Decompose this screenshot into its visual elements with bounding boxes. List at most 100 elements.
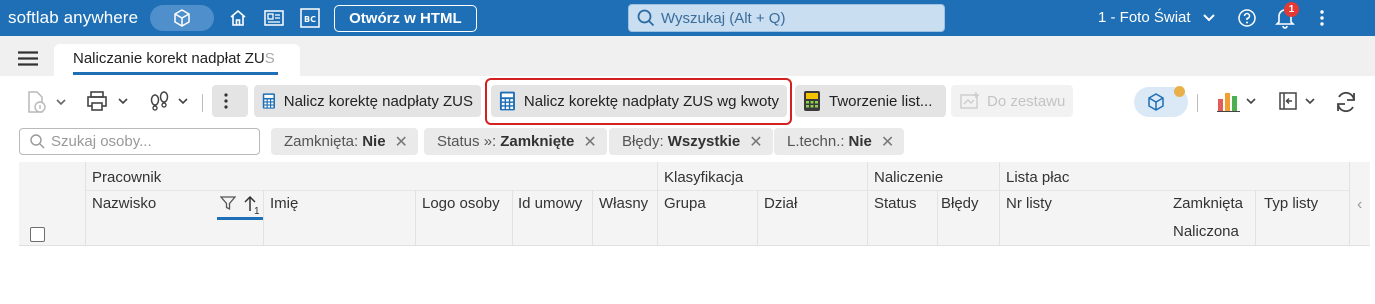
column-header-grupa[interactable]: Grupa: [664, 195, 706, 212]
column-header-naliczona[interactable]: Naliczona: [1173, 223, 1239, 240]
group-pracownik: Pracownik: [92, 169, 162, 186]
more-actions-button[interactable]: [212, 85, 248, 117]
company-selector[interactable]: 1 - Foto Świat: [1098, 9, 1215, 26]
export-dropdown[interactable]: [1278, 91, 1315, 111]
column-header-nazwisko[interactable]: Nazwisko: [92, 195, 156, 212]
chevron-left-icon[interactable]: ‹: [1357, 196, 1362, 214]
highlight-frame: [485, 78, 792, 125]
search-icon: [637, 9, 655, 27]
hamburger-icon[interactable]: [18, 51, 38, 66]
chevron-down-icon: [118, 97, 128, 104]
more-icon: [224, 93, 228, 109]
column-header-wlasny[interactable]: Własny: [599, 195, 648, 212]
filter-chip-zamknieta[interactable]: Zamknięta: Nie ✕: [271, 128, 418, 155]
button-label: Do zestawu: [987, 92, 1066, 110]
column-header-status[interactable]: Status: [874, 195, 917, 212]
sort-filter-control[interactable]: 1: [217, 192, 265, 220]
close-icon[interactable]: ✕: [749, 132, 762, 152]
home-button[interactable]: [224, 4, 252, 32]
cube-button[interactable]: [150, 5, 215, 31]
open-html-button[interactable]: Otwórz w HTML: [334, 4, 477, 32]
column-divider: [85, 162, 86, 246]
calculator-icon: [262, 93, 275, 109]
toolbar-separator: [202, 94, 203, 112]
close-icon[interactable]: ✕: [881, 132, 894, 152]
column-header-nr-listy[interactable]: Nr listy: [1006, 195, 1052, 212]
chevron-down-icon: [178, 97, 188, 104]
column-divider: [1255, 190, 1256, 246]
do-zestawu-button[interactable]: Do zestawu: [951, 85, 1073, 117]
column-header-logo-osoby[interactable]: Logo osoby: [422, 195, 500, 212]
chevron-down-icon: [1246, 97, 1256, 104]
column-divider: [999, 162, 1000, 246]
footsteps-dropdown[interactable]: [149, 90, 188, 112]
more-icon: [1320, 10, 1324, 26]
column-header-bledy[interactable]: Błędy: [941, 195, 979, 212]
person-search-placeholder: Szukaj osoby...: [51, 133, 152, 150]
payment-terminal-icon: [804, 91, 820, 111]
column-divider: [415, 190, 416, 246]
select-all-checkbox[interactable]: [30, 227, 45, 242]
tab-bar: Naliczanie korekt nadpłat ZUS: [0, 36, 1375, 76]
chip-value: Wszystkie: [667, 133, 741, 150]
data-grid-header: Pracownik Klasyfikacja Naliczenie Lista …: [19, 162, 1370, 246]
tab-label: Naliczanie korekt nadpłat ZU: [73, 50, 265, 67]
news-button[interactable]: [260, 4, 288, 32]
search-placeholder: Wyszukaj (Alt + Q): [661, 9, 786, 27]
column-divider: [512, 190, 513, 246]
button-label: Tworzenie list...: [829, 92, 933, 110]
nalicz-korekte-button[interactable]: Nalicz korektę nadpłaty ZUS: [254, 85, 481, 117]
help-button[interactable]: [1234, 5, 1260, 31]
info-dropdown[interactable]: [24, 90, 66, 114]
chevron-down-icon: [1305, 97, 1315, 104]
filter-chip-bledy[interactable]: Błędy: Wszystkie ✕: [609, 128, 773, 155]
group-divider: [85, 190, 1350, 191]
search-icon: [30, 134, 45, 149]
cube-icon: [174, 9, 190, 27]
footsteps-icon: [150, 91, 169, 111]
chip-label: Zamknięta:: [284, 133, 359, 150]
sort-index: 1: [254, 206, 260, 217]
chip-value: Nie: [362, 133, 386, 150]
document-info-icon: [28, 91, 46, 113]
filter-icon[interactable]: [220, 196, 236, 211]
chip-label: L.techn.:: [787, 133, 845, 150]
chevron-down-icon: [1202, 13, 1215, 21]
home-icon: [230, 9, 246, 26]
print-dropdown[interactable]: [86, 90, 128, 112]
group-lista-plac: Lista płac: [1006, 169, 1070, 186]
chip-label: Status »:: [437, 133, 497, 150]
close-icon[interactable]: ✕: [583, 132, 596, 152]
refresh-button[interactable]: [1334, 90, 1358, 114]
bc-button[interactable]: BC: [296, 4, 324, 32]
group-klasyfikacja: Klasyfikacja: [664, 169, 744, 186]
group-naliczenie: Naliczenie: [874, 169, 944, 186]
close-icon[interactable]: ✕: [395, 132, 408, 152]
column-divider: [592, 190, 593, 246]
filter-chip-status[interactable]: Status »: Zamknięte ✕: [424, 128, 607, 155]
chart-dropdown[interactable]: [1217, 90, 1256, 112]
brand-logo[interactable]: softlab anywhere: [8, 8, 138, 28]
column-divider: [867, 162, 868, 246]
chip-label: Błędy:: [622, 133, 664, 150]
global-search-input[interactable]: Wyszukaj (Alt + Q): [628, 4, 945, 32]
refresh-icon: [1337, 91, 1355, 113]
filter-chip-ltechn[interactable]: L.techn.: Nie ✕: [774, 128, 905, 155]
column-header-imie[interactable]: Imię: [270, 195, 298, 212]
chevron-down-icon: [56, 98, 66, 105]
column-header-id-umowy[interactable]: Id umowy: [518, 195, 582, 212]
sort-indicator: [217, 217, 263, 220]
tab-label-fade: S: [264, 50, 275, 67]
column-header-dzial[interactable]: Dział: [764, 195, 797, 212]
chip-value: Zamknięte: [500, 133, 575, 150]
add-to-set-icon: [960, 92, 979, 109]
tworzenie-list-button[interactable]: Tworzenie list...: [795, 85, 946, 117]
cube-icon: [1148, 93, 1164, 111]
person-search-input[interactable]: Szukaj osoby...: [19, 128, 260, 155]
column-header-zamknieta[interactable]: Zamknięta: [1173, 195, 1243, 212]
column-divider: [757, 190, 758, 246]
more-menu-button[interactable]: [1309, 5, 1335, 31]
company-name: 1 - Foto Świat: [1098, 9, 1191, 26]
column-divider: [657, 162, 658, 246]
column-header-typ-listy[interactable]: Typ listy: [1264, 195, 1318, 212]
